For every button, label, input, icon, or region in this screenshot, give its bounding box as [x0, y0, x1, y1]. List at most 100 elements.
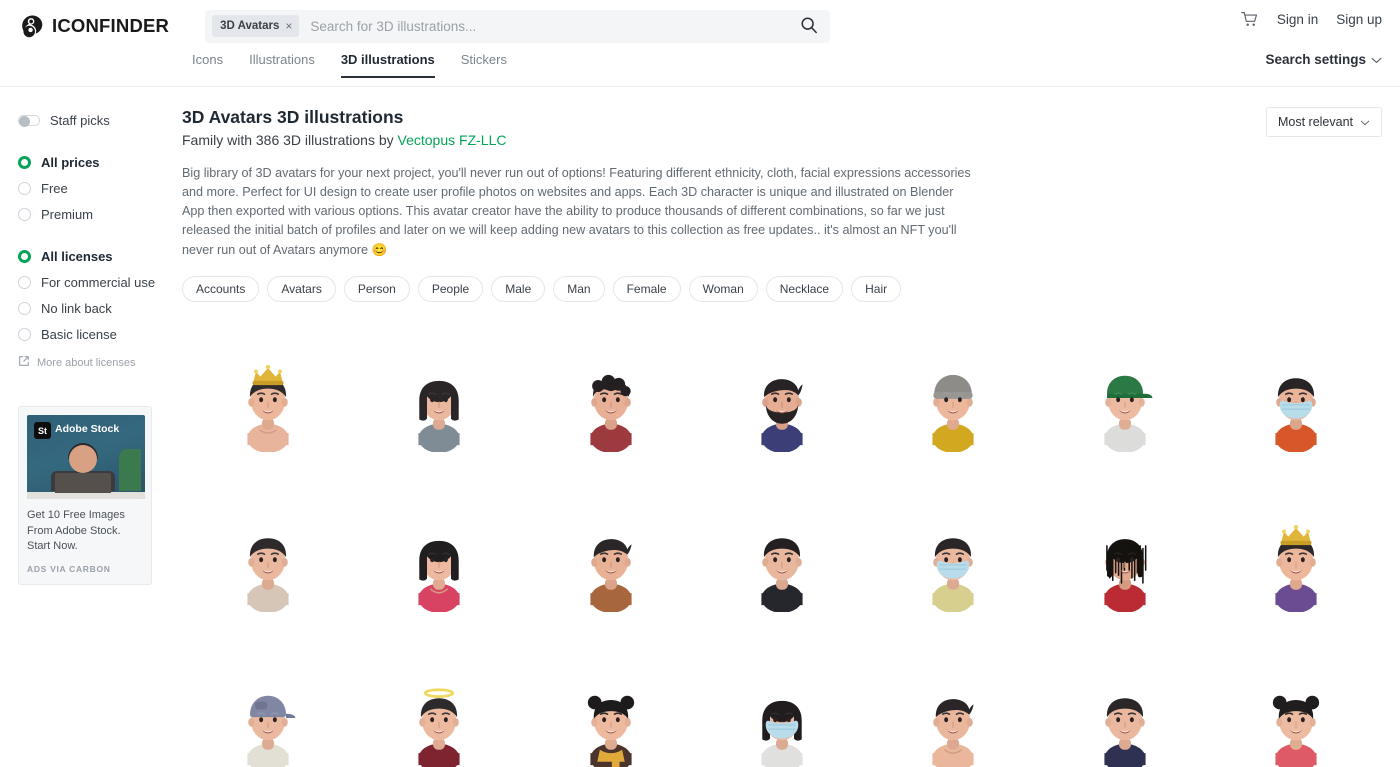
cart-icon[interactable]: [1241, 11, 1259, 28]
tag-person[interactable]: Person: [343, 275, 410, 302]
avatar-beanie-yellow: [910, 356, 996, 452]
illustration-cell[interactable]: [1210, 323, 1382, 484]
illustration-cell[interactable]: [182, 483, 354, 644]
avatar-curly-maroon: [568, 356, 654, 452]
avatar-buns-scarf: [568, 676, 654, 767]
avatar-quiff-nude: [910, 676, 996, 767]
tag-people[interactable]: People: [417, 275, 484, 302]
tag-necklace[interactable]: Necklace: [765, 275, 844, 302]
radio-basic-license[interactable]: [18, 328, 31, 341]
search-submit-button[interactable]: [798, 16, 820, 37]
avatar-short-darknavy: [1082, 676, 1168, 767]
illustration-cell[interactable]: [1039, 483, 1211, 644]
tab-illustrations[interactable]: Illustrations: [249, 52, 315, 76]
avatar-dreads-red: [1082, 516, 1168, 612]
illustration-cell[interactable]: [867, 483, 1040, 644]
illustration-cell[interactable]: [182, 643, 354, 767]
filter-commercial-use[interactable]: For commercial use: [18, 271, 180, 294]
tag-avatars[interactable]: Avatars: [267, 275, 336, 302]
filter-label: All licenses: [41, 249, 113, 264]
illustration-cell[interactable]: [867, 643, 1040, 767]
illustration-cell[interactable]: [696, 323, 868, 484]
tab-3d-illustrations[interactable]: 3D illustrations: [340, 52, 435, 78]
tab-icons[interactable]: Icons: [192, 52, 223, 76]
iconfinder-logo-icon: [20, 14, 45, 39]
illustration-cell[interactable]: [524, 323, 697, 484]
filter-label: No link back: [41, 301, 112, 316]
toggle-knob: [19, 116, 30, 127]
radio-premium[interactable]: [18, 208, 31, 221]
chevron-down-icon: [1360, 115, 1370, 129]
carbon-ad-card[interactable]: St Adobe Stock Get 10 Free Images From A…: [18, 406, 152, 585]
filter-free[interactable]: Free: [18, 177, 180, 200]
search-settings-button[interactable]: Search settings: [1265, 52, 1382, 67]
tag-list: Accounts Avatars Person People Male Man …: [182, 275, 1382, 302]
chevron-down-icon: [1371, 52, 1382, 67]
tag-female[interactable]: Female: [612, 275, 681, 302]
illustration-cell[interactable]: [1210, 483, 1382, 644]
filter-label: Premium: [41, 207, 94, 222]
more-about-licenses-link[interactable]: More about licenses: [18, 355, 180, 370]
search-filter-chip[interactable]: 3D Avatars ×: [212, 15, 300, 37]
ad-image: St Adobe Stock: [27, 415, 145, 499]
filter-basic-license[interactable]: Basic license: [18, 323, 180, 346]
avatar-short-beige: [225, 516, 311, 612]
external-link-icon: [18, 355, 30, 370]
illustration-cell[interactable]: [353, 643, 525, 767]
filter-premium[interactable]: Premium: [18, 203, 180, 226]
avatar-bob-gray: [396, 356, 482, 452]
filter-label: Staff picks: [50, 113, 110, 128]
tag-male[interactable]: Male: [491, 275, 546, 302]
illustration-cell[interactable]: [867, 323, 1040, 484]
illustration-cell[interactable]: [1210, 643, 1382, 767]
radio-commercial-use[interactable]: [18, 276, 31, 289]
illustration-cell[interactable]: [524, 643, 697, 767]
illustration-cell[interactable]: [524, 483, 697, 644]
category-nav: Icons Illustrations 3D illustrations Sti…: [0, 52, 1400, 86]
search-chip-remove-icon[interactable]: ×: [285, 19, 292, 33]
radio-all-prices[interactable]: [18, 156, 31, 169]
search-input[interactable]: [299, 18, 799, 34]
tag-accounts[interactable]: Accounts: [182, 275, 260, 302]
sign-in-link[interactable]: Sign in: [1277, 12, 1318, 27]
illustration-cell[interactable]: [696, 643, 868, 767]
radio-no-link-back[interactable]: [18, 302, 31, 315]
ad-plant-decoration: [119, 449, 141, 491]
avatar-mask-orange: [1253, 356, 1339, 452]
illustration-cell[interactable]: [696, 483, 868, 644]
filter-all-prices[interactable]: All prices: [18, 151, 180, 174]
iconfinder-logo[interactable]: ICONFINDER: [20, 14, 169, 39]
illustration-cell[interactable]: [353, 483, 525, 644]
logo-text: ICONFINDER: [52, 15, 170, 36]
tag-hair[interactable]: Hair: [851, 275, 902, 302]
filter-all-licenses[interactable]: All licenses: [18, 245, 180, 268]
tag-woman[interactable]: Woman: [688, 275, 758, 302]
illustration-cell[interactable]: [1039, 643, 1211, 767]
illustration-cell[interactable]: [182, 323, 354, 484]
sort-dropdown[interactable]: Most relevant: [1265, 107, 1382, 137]
main-content: 3D Avatars 3D illustrations Family with …: [180, 87, 1400, 767]
search-settings-label: Search settings: [1265, 52, 1366, 67]
author-link[interactable]: Vectopus FZ-LLC: [398, 132, 507, 148]
filter-label: Basic license: [41, 327, 117, 342]
family-description: Big library of 3D avatars for your next …: [182, 166, 971, 257]
staff-picks-toggle[interactable]: [18, 115, 40, 127]
ad-brand-name: Adobe Stock: [55, 423, 120, 435]
radio-all-licenses[interactable]: [18, 250, 31, 263]
search-bar[interactable]: 3D Avatars ×: [205, 9, 831, 43]
radio-free[interactable]: [18, 182, 31, 195]
illustration-cell[interactable]: [1039, 323, 1211, 484]
avatar-beard-navy: [739, 356, 825, 452]
ad-description: Get 10 Free Images From Adobe Stock. Sta…: [27, 509, 125, 553]
ad-attribution: ADS VIA CARBON: [27, 563, 111, 574]
tab-stickers[interactable]: Stickers: [461, 52, 507, 76]
search-icon: [800, 16, 818, 37]
tag-man[interactable]: Man: [553, 275, 605, 302]
illustration-cell[interactable]: [353, 323, 525, 484]
filter-no-link-back[interactable]: No link back: [18, 297, 180, 320]
sign-up-link[interactable]: Sign up: [1336, 12, 1382, 27]
search-chip-label: 3D Avatars: [220, 20, 280, 32]
filter-staff-picks[interactable]: Staff picks: [18, 109, 180, 132]
page-subtitle: Family with 386 3D illustrations by Vect…: [182, 132, 1382, 148]
subtitle-prefix: Family with 386 3D illustrations by: [182, 132, 398, 148]
